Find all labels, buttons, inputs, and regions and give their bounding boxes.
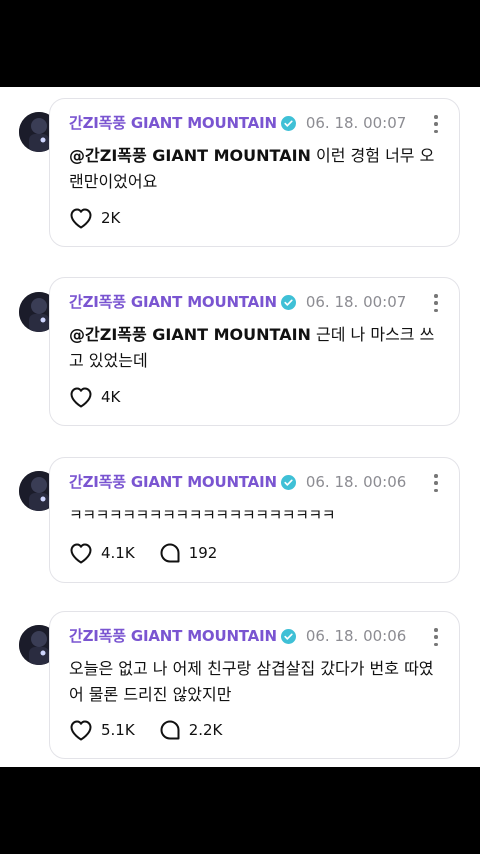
message-content: 오늘은 없고 나 어제 친구랑 삼겹살집 갔다가 번호 따였어 물론 드리진 않…: [69, 659, 434, 704]
like-button[interactable]: 2K: [69, 207, 120, 229]
post-header: 간ZI폭풍 GIANT MOUNTAIN 06. 18. 00:06: [69, 626, 406, 646]
comment-icon: [160, 720, 180, 740]
like-count: 4K: [101, 388, 121, 406]
message-content: ㅋㅋㅋㅋㅋㅋㅋㅋㅋㅋㅋㅋㅋㅋㅋㅋㅋㅋㅋㅋ: [69, 506, 336, 524]
post-header: 간ZI폭풍 GIANT MOUNTAIN 06. 18. 00:07: [69, 292, 406, 312]
heart-icon: [70, 720, 92, 741]
message-bubble: 간ZI폭풍 GIANT MOUNTAIN 06. 18. 00:07 @간ZI폭…: [49, 98, 460, 247]
heart-icon: [70, 208, 92, 229]
verified-icon: [280, 294, 296, 310]
message-text: ㅋㅋㅋㅋㅋㅋㅋㅋㅋㅋㅋㅋㅋㅋㅋㅋㅋㅋㅋㅋ: [69, 502, 444, 528]
timestamp: 06. 18. 00:06: [305, 627, 407, 645]
author-name[interactable]: 간ZI폭풍 GIANT MOUNTAIN: [69, 292, 277, 312]
post-actions: 2K: [69, 207, 144, 229]
comment-count: 192: [188, 544, 218, 562]
heart-icon: [70, 543, 92, 564]
timestamp: 06. 18. 00:06: [305, 473, 407, 491]
more-options-icon[interactable]: [433, 294, 439, 312]
post-header: 간ZI폭풍 GIANT MOUNTAIN 06. 18. 00:06: [69, 472, 406, 492]
more-options-icon[interactable]: [433, 628, 439, 646]
like-button[interactable]: 4K: [69, 386, 120, 408]
mention[interactable]: @간ZI폭풍 GIANT MOUNTAIN: [69, 325, 311, 344]
like-count: 4.1K: [101, 544, 135, 562]
message-bubble: 간ZI폭풍 GIANT MOUNTAIN 06. 18. 00:06 오늘은 없…: [49, 611, 460, 759]
post-actions: 4.1K 192: [69, 542, 241, 564]
more-options-icon[interactable]: [433, 115, 439, 133]
heart-icon: [70, 387, 92, 408]
post-actions: 5.1K 2.2K: [69, 719, 246, 741]
message-bubble: 간ZI폭풍 GIANT MOUNTAIN 06. 18. 00:07 @간ZI폭…: [49, 277, 460, 426]
message-text: 오늘은 없고 나 어제 친구랑 삼겹살집 갔다가 번호 따였어 물론 드리진 않…: [69, 656, 444, 708]
like-button[interactable]: 5.1K: [69, 719, 135, 741]
message-text: @간ZI폭풍 GIANT MOUNTAIN 이런 경험 너무 오랜만이었어요: [69, 143, 444, 195]
message-bubble: 간ZI폭풍 GIANT MOUNTAIN 06. 18. 00:06 ㅋㅋㅋㅋㅋ…: [49, 457, 460, 583]
post-header: 간ZI폭풍 GIANT MOUNTAIN 06. 18. 00:07: [69, 113, 406, 133]
like-button[interactable]: 4.1K: [69, 542, 135, 564]
verified-icon: [280, 115, 296, 131]
mention[interactable]: @간ZI폭풍 GIANT MOUNTAIN: [69, 146, 311, 165]
comment-button[interactable]: 192: [159, 542, 218, 564]
author-name[interactable]: 간ZI폭풍 GIANT MOUNTAIN: [69, 113, 277, 133]
author-name[interactable]: 간ZI폭풍 GIANT MOUNTAIN: [69, 472, 277, 492]
message-text: @간ZI폭풍 GIANT MOUNTAIN 근데 나 마스크 쓰고 있었는데: [69, 322, 444, 374]
timestamp: 06. 18. 00:07: [305, 114, 407, 132]
author-name[interactable]: 간ZI폭풍 GIANT MOUNTAIN: [69, 626, 277, 646]
post-actions: 4K: [69, 386, 144, 408]
like-count: 2K: [101, 209, 121, 227]
timestamp: 06. 18. 00:07: [305, 293, 407, 311]
verified-icon: [280, 628, 296, 644]
message-feed: 간ZI폭풍 GIANT MOUNTAIN 06. 18. 00:07 @간ZI폭…: [0, 87, 480, 767]
comment-icon: [160, 543, 180, 563]
more-options-icon[interactable]: [433, 474, 439, 492]
verified-icon: [280, 474, 296, 490]
like-count: 5.1K: [101, 721, 135, 739]
comment-button[interactable]: 2.2K: [159, 719, 223, 741]
comment-count: 2.2K: [188, 721, 223, 739]
